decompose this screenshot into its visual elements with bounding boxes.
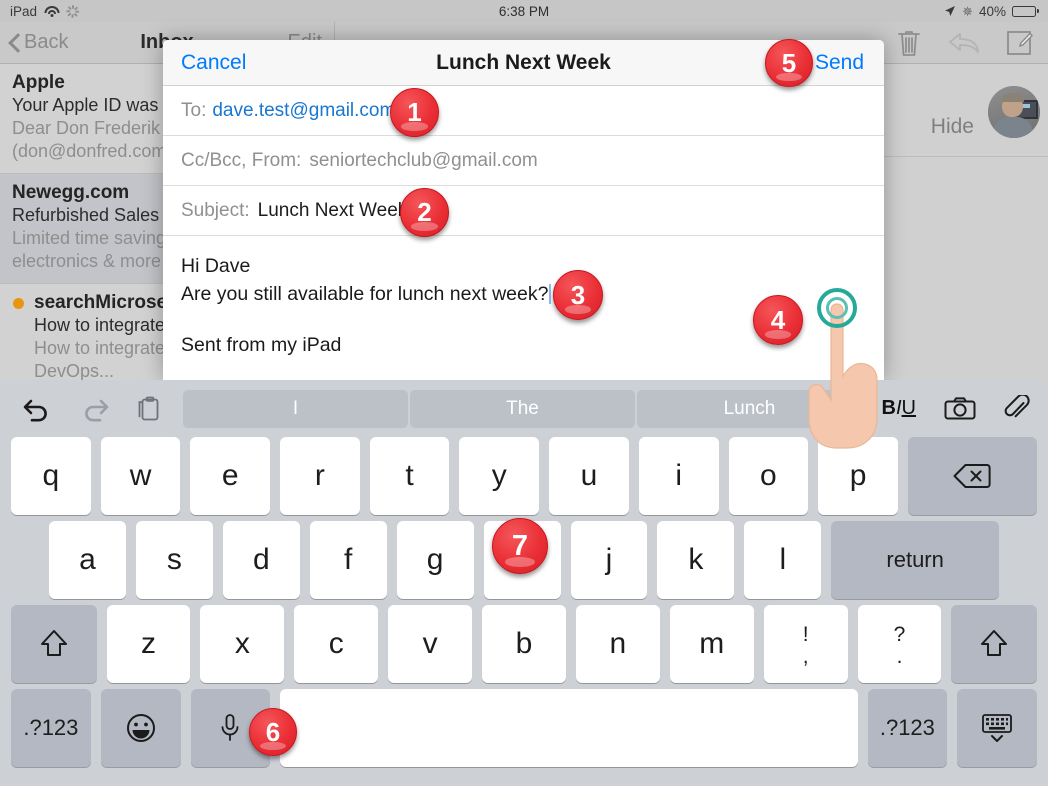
prediction-option[interactable]: The [410, 389, 635, 428]
key-a[interactable]: a [49, 521, 126, 599]
to-field-row[interactable]: To: dave.test@gmail.com [163, 86, 884, 136]
emoji-smiley-icon [126, 714, 155, 742]
key-c[interactable]: c [294, 605, 379, 683]
key-d[interactable]: d [222, 521, 300, 599]
ccbcc-from-field-row[interactable]: Cc/Bcc, From: seniortechclub@gmail.com [163, 136, 884, 186]
key-i[interactable]: i [638, 437, 719, 515]
message-toolbar-icons [896, 28, 1034, 58]
keyboard-toolbar-left [0, 395, 162, 423]
key-l[interactable]: l [744, 521, 822, 599]
hide-keyboard-icon [982, 714, 1013, 742]
key-n[interactable]: n [575, 605, 660, 683]
key-v[interactable]: v [388, 605, 473, 683]
hide-details-button[interactable]: Hide [931, 115, 974, 139]
unread-dot-icon [13, 298, 24, 310]
backspace-key[interactable] [907, 437, 1037, 515]
paperclip-icon[interactable] [1004, 394, 1030, 423]
shift-up-arrow-icon [981, 630, 1008, 656]
reply-arrow-icon[interactable] [948, 30, 980, 56]
annotation-badge-4: 4 [753, 295, 803, 345]
battery-percent-label: 40% [978, 3, 1006, 19]
key-w[interactable]: w [100, 437, 181, 515]
subject-field-label: Subject: [181, 199, 250, 221]
bluetooth-icon: ✵ [962, 3, 973, 19]
key-z[interactable]: z [106, 605, 191, 683]
numeric-key-right[interactable]: .?123 [867, 689, 948, 767]
key-k[interactable]: k [657, 521, 735, 599]
annotation-badge-5: 5 [765, 39, 813, 87]
key-period-label: . [896, 645, 903, 668]
status-bar: iPad 6:38 PM ✵ 40% [0, 0, 1048, 22]
to-field-value[interactable]: dave.test@gmail.com [212, 100, 395, 122]
key-j[interactable]: j [570, 521, 648, 599]
keyboard-row-4: .?123 .?123 [0, 689, 1048, 767]
numeric-key-left[interactable]: .?123 [11, 689, 91, 767]
annotation-badge-7: 7 [492, 518, 548, 574]
status-bar-right: ✵ 40% [944, 4, 1039, 19]
key-y[interactable]: y [459, 437, 540, 515]
body-line: Hi Dave [181, 255, 251, 277]
key-exclamation-label: ! [802, 622, 809, 646]
undo-arrow-icon[interactable] [22, 396, 53, 422]
key-x[interactable]: x [200, 605, 285, 683]
camera-icon[interactable] [944, 396, 976, 422]
shift-up-arrow-icon [40, 630, 67, 656]
paste-clipboard-icon[interactable] [136, 395, 162, 423]
status-bar-clock: 6:38 PM [498, 3, 550, 19]
key-exclamation-comma[interactable]: ! , [763, 605, 848, 683]
key-s[interactable]: s [135, 521, 213, 599]
location-arrow-icon [945, 6, 956, 16]
from-field-value[interactable]: seniortechclub@gmail.com [309, 150, 537, 172]
annotation-badge-2: 2 [400, 188, 449, 237]
redo-arrow-icon[interactable] [79, 396, 110, 422]
return-key[interactable]: return [831, 521, 999, 599]
keyboard-toolbar-right: BIU [882, 394, 1030, 423]
trash-icon[interactable] [896, 28, 922, 58]
battery-icon [1012, 5, 1039, 17]
ipad-screen: iPad 6:38 PM ✵ 40% Back Apple Your Apple… [0, 0, 1048, 786]
key-r[interactable]: r [280, 437, 360, 515]
annotation-badge-6: 6 [249, 708, 297, 756]
key-g[interactable]: g [396, 521, 474, 599]
annotation-badge-3: 3 [553, 270, 603, 320]
prediction-option[interactable]: I [183, 389, 408, 428]
annotation-badge-1: 1 [390, 88, 439, 137]
keyboard-row-3: z x c v b n m ! , ? . [0, 605, 1048, 683]
key-q[interactable]: q [11, 437, 91, 515]
key-f[interactable]: f [309, 521, 387, 599]
send-button[interactable]: Send [815, 51, 864, 75]
hand-pointer-cursor [795, 288, 901, 453]
predictive-text-bar: I The Lunch [183, 389, 864, 428]
key-question-period[interactable]: ? . [857, 605, 942, 683]
keyboard-key-rows: q w e r t y u i o p a s d f g j k l retu… [0, 437, 1048, 773]
ccbcc-from-label: Cc/Bcc, From: [181, 149, 302, 171]
subject-field-value[interactable]: Lunch Next Week [258, 200, 408, 222]
space-key[interactable] [280, 689, 858, 767]
key-t[interactable]: t [369, 437, 450, 515]
shift-key-right[interactable] [951, 605, 1037, 683]
key-b[interactable]: b [482, 605, 566, 683]
hide-keyboard-key[interactable] [957, 689, 1037, 767]
tap-indicator-ring [817, 288, 857, 328]
microphone-icon [221, 714, 239, 741]
key-e[interactable]: e [190, 437, 271, 515]
to-field-label: To: [181, 99, 207, 121]
avatar [988, 86, 1040, 138]
compose-pencil-icon[interactable] [1006, 29, 1034, 57]
key-comma-label: , [802, 645, 809, 668]
key-question-label: ? [893, 622, 906, 646]
subject-field-row[interactable]: Subject: Lunch Next Week [163, 186, 884, 236]
emoji-key[interactable] [100, 689, 181, 767]
backspace-delete-icon [953, 464, 992, 488]
key-u[interactable]: u [549, 437, 629, 515]
shift-key-left[interactable] [11, 605, 97, 683]
text-caret [549, 283, 552, 304]
key-m[interactable]: m [669, 605, 754, 683]
